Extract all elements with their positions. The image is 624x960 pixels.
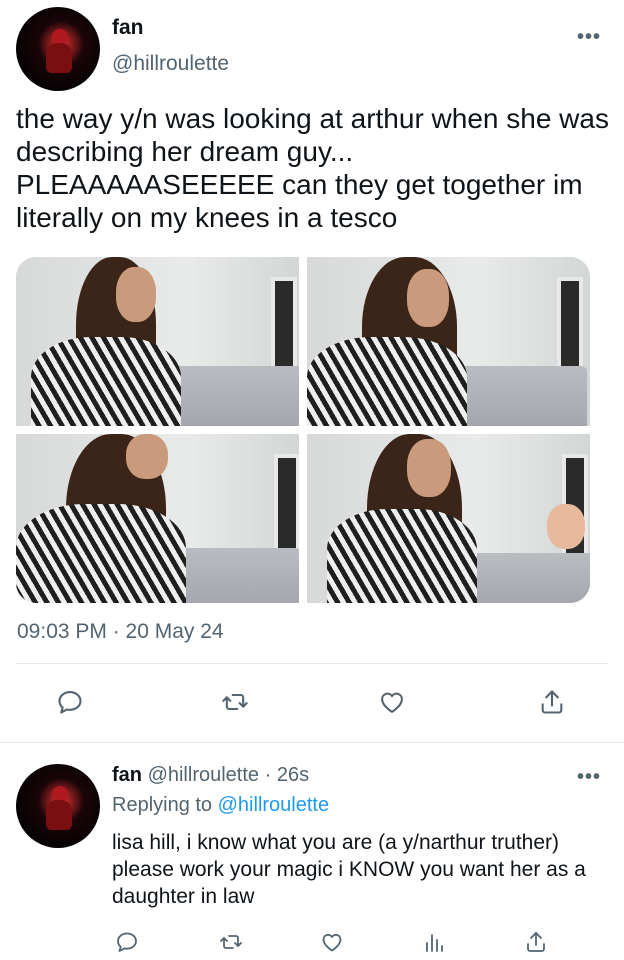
retweet-icon[interactable] (216, 927, 246, 957)
media-grid[interactable] (16, 257, 590, 603)
reply-timestamp[interactable]: 26s (277, 764, 309, 786)
replying-prefix: Replying to (112, 794, 213, 816)
analytics-icon[interactable] (419, 927, 449, 957)
display-name[interactable]: fan (112, 16, 144, 40)
separator-dot: · (264, 764, 272, 786)
share-icon[interactable] (534, 684, 570, 720)
media-photo[interactable] (307, 257, 590, 426)
divider (0, 742, 624, 743)
replying-to-link[interactable]: @hillroulette (218, 794, 329, 816)
share-icon[interactable] (521, 927, 551, 957)
reply-more-options-icon[interactable]: ••• (577, 766, 601, 789)
tweet-timestamp[interactable]: 09:03 PM · 20 May 24 (17, 620, 224, 644)
media-photo[interactable] (307, 434, 590, 603)
user-handle[interactable]: @hillroulette (112, 52, 229, 76)
avatar[interactable] (16, 7, 100, 91)
reply-avatar[interactable] (16, 764, 100, 848)
reply-actions (0, 927, 624, 957)
tweet-text: the way y/n was looking at arthur when s… (16, 103, 609, 233)
divider (16, 663, 608, 664)
reply-icon[interactable] (112, 927, 142, 957)
reply-icon[interactable] (52, 684, 88, 720)
replying-to: Replying to @hillroulette (112, 794, 329, 817)
media-photo[interactable] (16, 434, 299, 603)
reply-user-handle[interactable]: @hillroulette (148, 764, 259, 786)
heart-icon[interactable] (317, 927, 347, 957)
media-photo[interactable] (16, 257, 299, 426)
more-options-icon[interactable]: ••• (577, 26, 601, 49)
main-tweet: fan @hillroulette ••• the way y/n was lo… (0, 0, 624, 742)
reply-text: lisa hill, i know what you are (a y/nart… (112, 831, 586, 908)
reply-display-name[interactable]: fan (112, 764, 142, 786)
tweet-actions (0, 684, 624, 724)
heart-icon[interactable] (374, 684, 410, 720)
retweet-icon[interactable] (217, 684, 253, 720)
reply-header: fan @hillroulette · 26s (112, 764, 309, 787)
